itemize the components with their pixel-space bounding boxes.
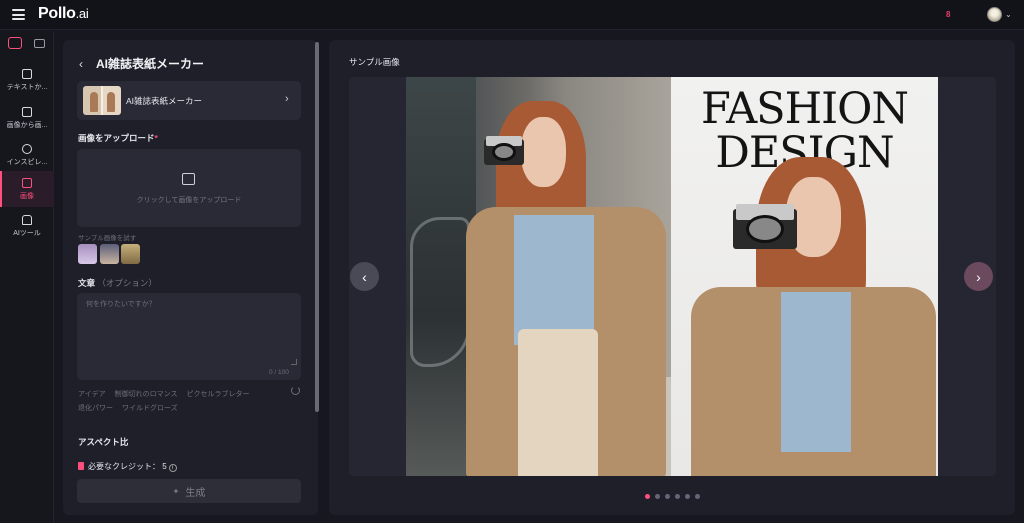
prompt-textarea[interactable]: 何を作りたいですか？ 0 / 100 [77, 293, 301, 380]
sidebar-item-image-to[interactable]: 画像から画... [0, 100, 54, 136]
sample-thumb-2[interactable] [100, 244, 119, 264]
avatar[interactable] [987, 7, 1002, 22]
magazine-cover: FASHION DESIGN [671, 77, 938, 476]
sample-thumb-3[interactable] [121, 244, 140, 264]
text-image-icon [22, 68, 32, 79]
source-photo [406, 77, 671, 476]
sample-label: サンプル画像を試す [78, 235, 137, 242]
idea-chips: アイデア 制御切れのロマンス ピクセルラブレター 退化パワー ワイルドグローズ [78, 388, 278, 416]
upload-dropzone[interactable]: クリックして画像をアップロード [77, 149, 301, 227]
preview-title: サンプル画像 [349, 57, 400, 67]
upload-hint: クリックして画像をアップロード [136, 197, 242, 204]
upload-label: 画像をアップロード* [78, 133, 158, 143]
carousel-dot[interactable] [675, 494, 680, 499]
credit-icon [78, 462, 84, 470]
refresh-icon[interactable] [291, 386, 300, 395]
chevron-down-icon[interactable]: ⌄ [1005, 10, 1012, 19]
carousel-next-button[interactable]: › [964, 262, 993, 291]
image-upload-icon [182, 173, 195, 185]
idea-label: アイデア [78, 391, 106, 398]
idea-chip[interactable]: ピクセルラブレター [187, 391, 250, 398]
panel-title: AI雑誌表紙メーカー [96, 57, 205, 71]
carousel-dot[interactable] [685, 494, 690, 499]
mode-switch [0, 37, 54, 51]
carousel-prev-button[interactable]: ‹ [350, 262, 379, 291]
idea-chip[interactable]: 制御切れのロマンス [115, 391, 178, 398]
carousel-dot[interactable] [655, 494, 660, 499]
prompt-placeholder: 何を作りたいですか？ [86, 301, 156, 308]
image-icon [22, 177, 32, 188]
notification-badge[interactable]: 8 [946, 10, 950, 19]
idea-chip[interactable]: 退化パワー [78, 405, 113, 412]
sidebar-item-text-to[interactable]: テキストか... [0, 62, 54, 98]
chevron-right-icon: › [285, 93, 289, 105]
credits-info: 必要なクレジット： 5i [78, 461, 177, 472]
sample-thumb-1[interactable] [78, 244, 97, 264]
sidebar-item-ai-tools[interactable]: AIツール [0, 208, 54, 244]
tool-name: AI雑誌表紙メーカー [126, 96, 203, 106]
video-mode-icon[interactable] [34, 39, 45, 48]
compass-icon [22, 143, 32, 154]
sidebar-item-inspiration[interactable]: インスピレ... [0, 137, 54, 173]
panel-scrollbar[interactable] [315, 42, 319, 412]
menu-icon[interactable] [12, 9, 25, 20]
carousel-dot[interactable] [665, 494, 670, 499]
resize-handle[interactable] [291, 359, 297, 365]
back-icon[interactable]: ‹ [79, 57, 83, 71]
sidebar-item-image[interactable]: 画像 [0, 171, 54, 207]
idea-chip[interactable]: ワイルドグローズ [122, 405, 178, 412]
toolbox-icon [22, 214, 32, 225]
tool-selector[interactable]: AI雑誌表紙メーカー › [77, 81, 301, 120]
carousel-pagination [645, 494, 705, 500]
logo[interactable]: Pollo.ai [38, 5, 89, 23]
aspect-ratio-label: アスペクト比 [78, 437, 129, 447]
image-mode-icon[interactable] [8, 37, 22, 49]
tool-thumbnail [83, 86, 121, 115]
character-count: 0 / 100 [269, 369, 289, 376]
top-bar: Pollo.ai 8 ⌄ [0, 0, 1024, 30]
generate-button[interactable]: ✦ 生成 [77, 479, 301, 503]
image-transform-icon [22, 106, 32, 117]
sparkle-icon: ✦ [172, 486, 180, 496]
carousel-dot[interactable] [645, 494, 650, 499]
sidebar: テキストか... 画像から画... インスピレ... 画像 AIツール [0, 31, 54, 523]
text-label: 文章 （オプション） [78, 278, 157, 288]
carousel-dot[interactable] [695, 494, 700, 499]
info-icon[interactable]: i [168, 464, 177, 472]
